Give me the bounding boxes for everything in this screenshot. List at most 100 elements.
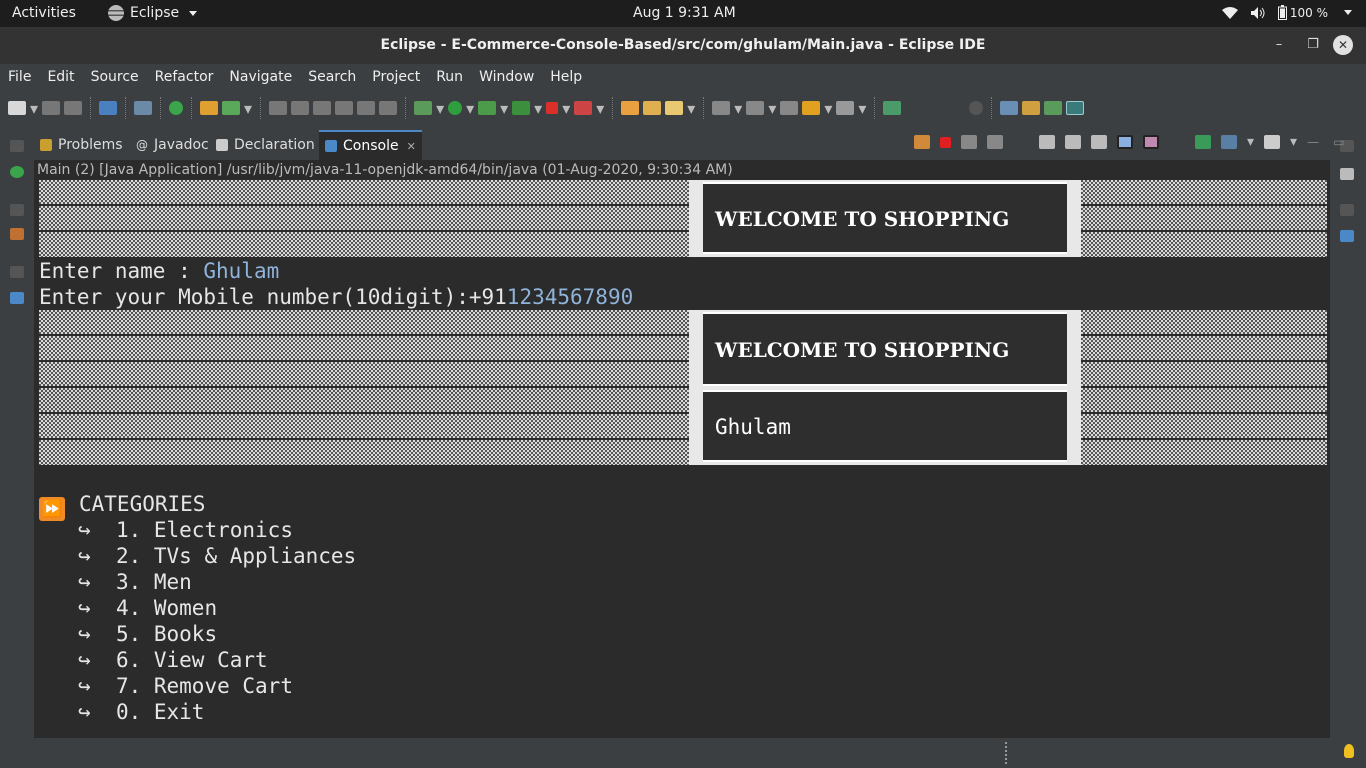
show-on-stderr-icon[interactable] <box>1143 135 1159 149</box>
system-tray[interactable]: 100 % <box>1221 5 1352 20</box>
chevron-down-icon[interactable]: ▾ <box>466 99 474 118</box>
word-wrap-icon[interactable] <box>1091 135 1107 149</box>
pin-console-icon[interactable] <box>1195 135 1211 149</box>
menu-project[interactable]: Project <box>372 69 420 85</box>
search-task-icon[interactable] <box>665 101 684 115</box>
chevron-down-icon[interactable]: ▾ <box>687 99 695 118</box>
chevron-down-icon[interactable]: ▾ <box>1290 134 1297 150</box>
menu-window[interactable]: Window <box>479 69 534 85</box>
clear-console-icon[interactable] <box>1039 135 1055 149</box>
tab-javadoc[interactable]: @ Javadoc <box>130 130 215 160</box>
previous-annotation-icon[interactable] <box>746 101 765 115</box>
stop-icon[interactable] <box>546 102 559 114</box>
display-selected-console-icon[interactable] <box>1221 135 1237 149</box>
tab-declaration[interactable]: Declaration <box>210 130 321 160</box>
chevron-down-icon[interactable]: ▾ <box>858 99 866 118</box>
java-perspective-icon[interactable] <box>1044 101 1063 115</box>
skip-breakpoints-icon[interactable] <box>134 101 153 115</box>
chevron-down-icon[interactable]: ▾ <box>596 99 604 118</box>
task-list-icon[interactable] <box>10 292 24 304</box>
arrow-icon: ↪ <box>78 648 91 672</box>
save-all-icon[interactable] <box>64 101 83 115</box>
tab-console[interactable]: Console ✕ <box>319 130 422 160</box>
pin-editor-icon[interactable] <box>883 101 902 115</box>
run-icon[interactable] <box>448 101 463 115</box>
menu-refactor[interactable]: Refactor <box>155 69 214 85</box>
clock[interactable]: Aug 1 9:31 AM <box>633 5 736 21</box>
chevron-down-icon[interactable]: ▾ <box>30 99 38 118</box>
next-annotation-icon[interactable] <box>712 101 731 115</box>
pilcrow-icon[interactable] <box>379 101 398 115</box>
new-java-project-icon[interactable] <box>200 101 219 115</box>
remove-all-terminated-icon[interactable] <box>987 135 1003 149</box>
menu-navigate[interactable]: Navigate <box>229 69 292 85</box>
save-icon[interactable] <box>42 101 61 115</box>
run-external-tool-icon[interactable] <box>512 101 531 115</box>
disconnect-icon[interactable] <box>574 101 593 115</box>
chevron-down-icon[interactable]: ▾ <box>436 99 444 118</box>
word-wrap-icon[interactable] <box>335 101 354 115</box>
maximize-button[interactable]: ❐ <box>1303 35 1323 55</box>
battery-percent: 100 % <box>1289 5 1328 20</box>
open-task-icon[interactable] <box>643 101 662 115</box>
forward-icon[interactable] <box>836 101 855 115</box>
debug-perspective-icon[interactable] <box>1066 101 1085 115</box>
menu-file[interactable]: File <box>8 69 31 85</box>
block-selection-icon[interactable] <box>313 101 332 115</box>
new-icon[interactable] <box>8 101 26 115</box>
restore-icon[interactable] <box>10 266 24 278</box>
tab-problems[interactable]: Problems <box>34 130 129 160</box>
menu-run[interactable]: Run <box>436 69 463 85</box>
power-icon[interactable] <box>169 101 184 115</box>
restore-icon[interactable] <box>10 140 24 152</box>
activities-button[interactable]: Activities <box>12 5 76 21</box>
terminate-icon[interactable] <box>940 136 951 148</box>
restore-icon[interactable] <box>10 204 24 216</box>
show-on-stdout-icon[interactable] <box>1117 135 1133 149</box>
close-button[interactable]: ✕ <box>1333 35 1353 55</box>
mark-occurrences-icon[interactable] <box>291 101 310 115</box>
scroll-lock-icon[interactable] <box>1065 135 1081 149</box>
new-class-icon[interactable] <box>222 101 241 115</box>
java-ee-perspective-icon[interactable] <box>1022 101 1041 115</box>
open-console-icon[interactable] <box>1264 135 1281 149</box>
chevron-down-icon[interactable]: ▾ <box>562 99 570 118</box>
remove-launch-icon[interactable] <box>961 135 977 149</box>
chevron-down-icon[interactable]: ▾ <box>534 99 542 118</box>
back-icon[interactable] <box>802 101 821 115</box>
menu-edit[interactable]: Edit <box>47 69 74 85</box>
open-perspective-icon[interactable] <box>1000 101 1019 115</box>
maximize-view-icon[interactable]: ▭ <box>1333 135 1349 149</box>
chevron-down-icon[interactable]: ▾ <box>500 99 508 118</box>
debug-icon[interactable] <box>414 101 433 115</box>
relaunch-icon[interactable] <box>914 135 930 149</box>
console-view-tabs: Problems @ Javadoc Declaration Console ✕… <box>34 126 1344 160</box>
menu-search[interactable]: Search <box>308 69 356 85</box>
terminal-icon[interactable] <box>99 101 118 115</box>
task-list-icon[interactable] <box>1340 168 1354 180</box>
toggle-comment-icon[interactable] <box>269 101 288 115</box>
console-description: Main (2) [Java Application] /usr/lib/jvm… <box>37 162 733 178</box>
menu-help[interactable]: Help <box>550 69 582 85</box>
chevron-down-icon[interactable]: ▾ <box>768 99 776 118</box>
search-icon[interactable] <box>969 101 984 115</box>
chevron-down-icon[interactable]: ▾ <box>824 99 832 118</box>
open-type-icon[interactable] <box>621 101 640 115</box>
outline-icon[interactable] <box>1340 230 1354 242</box>
show-whitespace-icon[interactable] <box>357 101 376 115</box>
chevron-down-icon[interactable]: ▾ <box>244 99 252 118</box>
lightbulb-icon[interactable] <box>1344 744 1354 758</box>
servers-icon[interactable] <box>10 166 24 178</box>
minimize-view-icon[interactable]: — <box>1307 135 1323 149</box>
package-explorer-icon[interactable] <box>10 228 24 240</box>
menu-source[interactable]: Source <box>91 69 139 85</box>
app-menu[interactable]: Eclipse <box>108 5 198 21</box>
restore-icon[interactable] <box>1340 204 1354 216</box>
minimize-button[interactable]: – <box>1269 35 1289 55</box>
chevron-down-icon[interactable]: ▾ <box>1247 134 1254 150</box>
console-output[interactable]: Main (2) [Java Application] /usr/lib/jvm… <box>34 160 1330 738</box>
close-icon[interactable]: ✕ <box>407 140 416 153</box>
chevron-down-icon[interactable]: ▾ <box>734 99 742 118</box>
coverage-icon[interactable] <box>478 101 497 115</box>
last-edit-location-icon[interactable] <box>780 101 799 115</box>
